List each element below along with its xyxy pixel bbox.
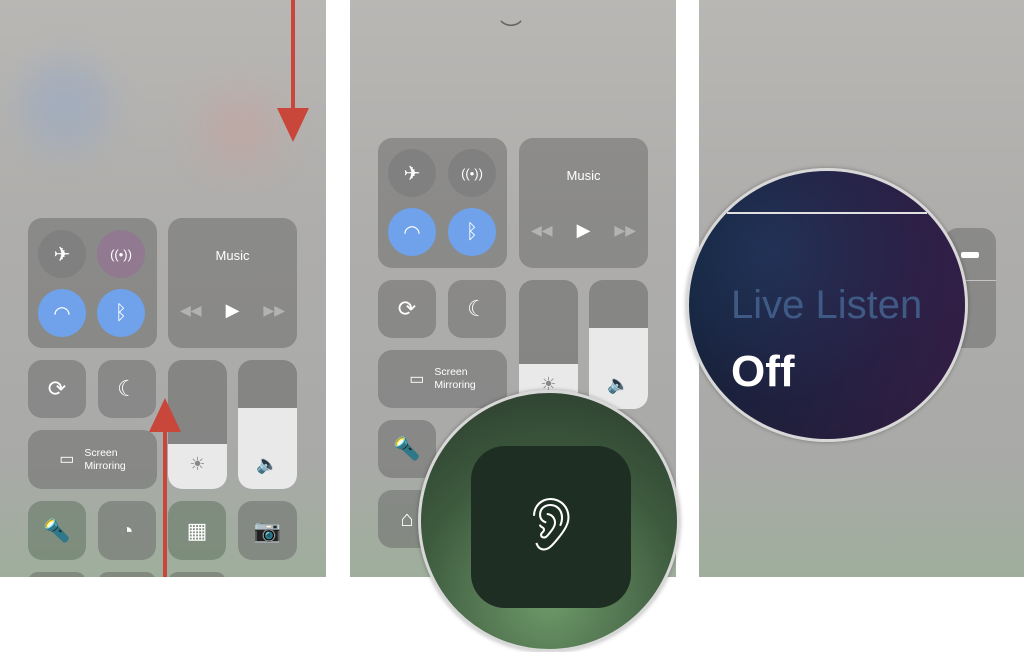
moon-icon: ☾: [467, 296, 487, 321]
music-module[interactable]: Music ◀◀ ▶ ▶▶: [519, 138, 648, 268]
wifi-toggle[interactable]: ◠: [388, 208, 436, 256]
volume-icon: 🔈: [256, 454, 279, 474]
live-listen-label: Live Listen: [731, 283, 923, 327]
wifi-toggle[interactable]: ◠: [38, 289, 86, 337]
bluetooth-icon: ᛒ: [466, 220, 478, 243]
bluetooth-toggle[interactable]: ᛒ: [97, 289, 145, 337]
flashlight-icon: 🔦: [393, 436, 421, 461]
airplane-icon: ✈: [403, 162, 421, 185]
camera-icon: 📷: [253, 517, 282, 543]
camera-button[interactable]: 📷: [238, 501, 297, 560]
timer-button[interactable]: ◔: [98, 501, 156, 560]
connectivity-module: ✈ ((•)) ◠ ᛒ: [28, 218, 157, 348]
ear-icon: 👂︎: [517, 496, 584, 554]
screen-mirroring-label: Screen: [84, 446, 118, 459]
rewind-icon[interactable]: ◀◀: [531, 222, 553, 239]
home-icon: ⌂: [400, 506, 414, 531]
rotation-lock-icon: ⟳: [397, 296, 417, 321]
play-icon[interactable]: ▶: [226, 300, 240, 321]
rotation-lock-button[interactable]: ⟳: [28, 360, 86, 418]
airplane-mode-toggle[interactable]: ✈: [388, 149, 436, 197]
cellular-icon: ((•)): [110, 246, 132, 262]
screen-mirroring-label: Screen: [434, 366, 468, 378]
cellular-toggle[interactable]: ((•)): [448, 149, 496, 197]
rotation-lock-button[interactable]: ⟳: [378, 280, 436, 338]
bluetooth-icon: ᛒ: [115, 301, 127, 324]
brightness-icon: ☀: [189, 454, 206, 474]
do-not-disturb-button[interactable]: ☾: [98, 360, 156, 418]
screen-mirroring-button[interactable]: ▭ Screen Mirroring: [378, 350, 507, 408]
rewind-icon[interactable]: ◀◀: [180, 302, 202, 319]
rotation-lock-icon: ⟳: [47, 376, 67, 401]
flashlight-icon: 🔦: [43, 517, 71, 543]
swipe-up-arrow: [163, 430, 167, 577]
hearing-button[interactable]: 👂︎: [471, 446, 631, 608]
live-listen-magnifier: Live Listen Off: [686, 168, 968, 442]
airplane-icon: ✈: [53, 243, 71, 266]
live-listen-status: Off: [731, 347, 795, 396]
screen-mirroring-label-2: Mirroring: [434, 379, 476, 391]
play-icon[interactable]: ▶: [577, 220, 591, 241]
flashlight-button[interactable]: 🔦: [28, 501, 86, 560]
screen-mirroring-label-2: Mirroring: [84, 459, 126, 472]
do-not-disturb-button[interactable]: ☾: [448, 280, 506, 338]
volume-icon: 🔈: [607, 374, 630, 394]
screen-mirroring-icon: ▭: [409, 370, 425, 388]
swipe-up-arrowhead: [149, 398, 181, 432]
volume-slider[interactable]: 🔈: [589, 280, 648, 409]
screen-mirroring-icon: ▭: [59, 451, 75, 468]
airplane-mode-toggle[interactable]: ✈: [38, 230, 86, 278]
volume-slider[interactable]: 🔈: [238, 360, 297, 489]
swipe-down-arrow: [291, 0, 295, 110]
calculator-icon: ▦: [186, 517, 208, 543]
chevron-down-icon[interactable]: ︶: [500, 14, 522, 46]
control-center-panel-1: ✈ ((•)) ◠ ᛒ Music ◀◀ ▶ ▶▶ ⟳ ☾ ☀ 🔈 ▭ Screen…: [0, 0, 326, 577]
music-module[interactable]: Music ◀◀ ▶ ▶▶: [168, 218, 297, 348]
connectivity-module: ✈ ((•)) ◠ ᛒ: [378, 138, 507, 268]
cellular-toggle[interactable]: ((•)): [97, 230, 145, 278]
swipe-down-arrowhead: [277, 108, 309, 142]
wifi-icon: ◠: [53, 302, 71, 325]
calculator-button[interactable]: ▦: [168, 501, 226, 560]
music-title: Music: [566, 168, 601, 183]
wifi-icon: ◠: [403, 221, 421, 244]
fast-forward-icon[interactable]: ▶▶: [263, 302, 285, 319]
fast-forward-icon[interactable]: ▶▶: [614, 222, 636, 239]
hearing-magnifier: 👂︎: [418, 390, 680, 652]
cellular-icon: ((•)): [461, 165, 483, 181]
screen-mirroring-button[interactable]: ▭ Screen Mirroring: [28, 430, 157, 489]
bluetooth-toggle[interactable]: ᛒ: [448, 208, 496, 256]
moon-icon: ☾: [117, 376, 137, 401]
timer-icon: ◔: [120, 517, 134, 543]
music-title: Music: [215, 248, 250, 263]
